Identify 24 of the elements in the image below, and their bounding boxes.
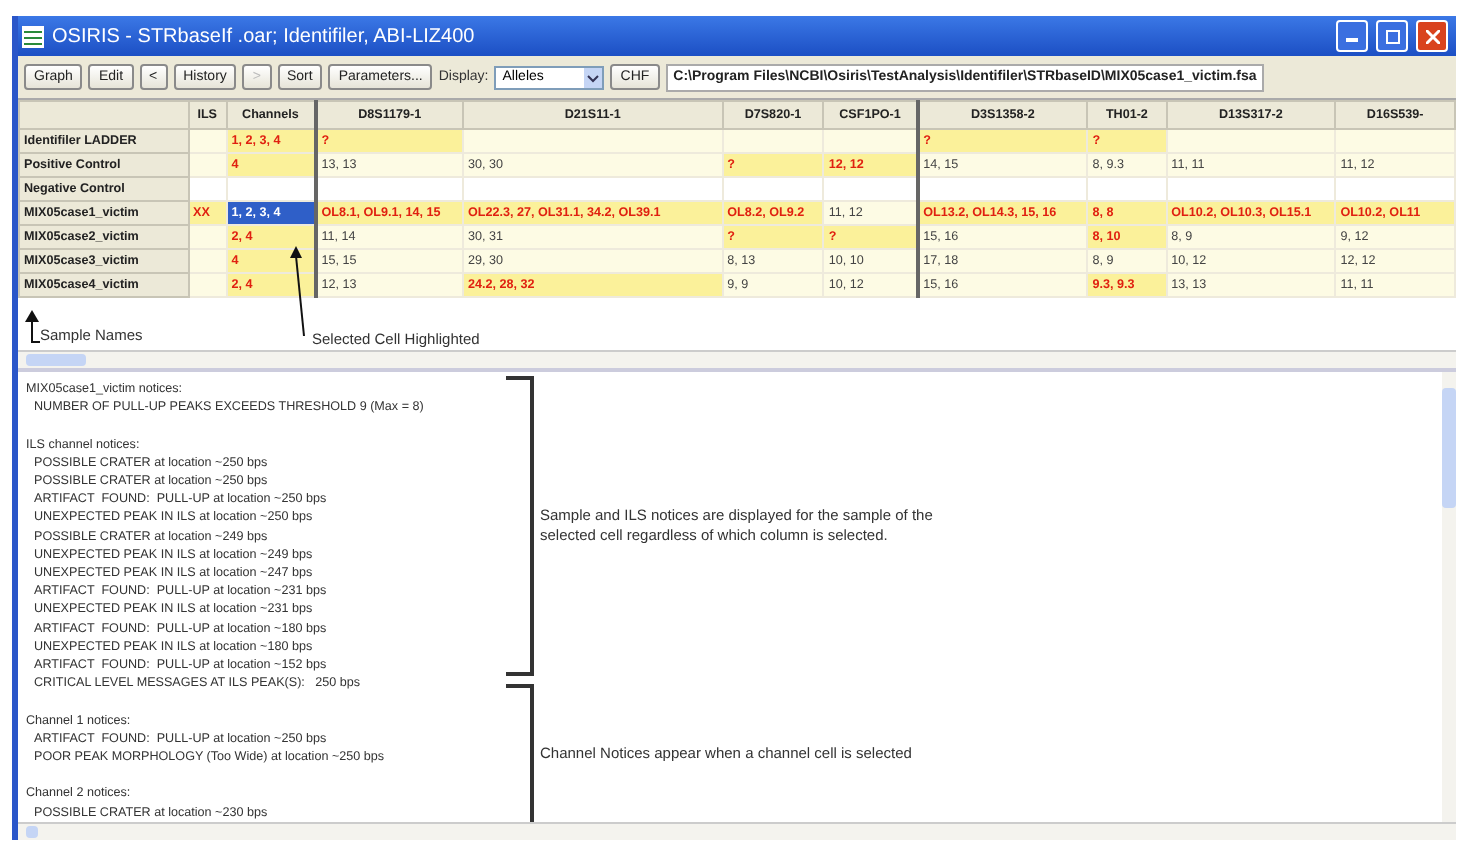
grid-cell[interactable] — [1166, 129, 1336, 153]
app-icon — [22, 25, 44, 47]
grid-cell[interactable] — [722, 129, 824, 153]
horizontal-scrollbar[interactable] — [18, 822, 1456, 840]
grid-cell[interactable] — [823, 177, 918, 201]
maximize-icon — [1385, 29, 1399, 43]
grid-cell[interactable] — [917, 177, 1088, 201]
grid-cell[interactable] — [823, 129, 918, 153]
grid-cell[interactable] — [1166, 177, 1336, 201]
vertical-scrollbar[interactable] — [1442, 372, 1456, 822]
horizontal-scrollbar[interactable] — [18, 350, 1456, 368]
arrow-icon — [24, 310, 40, 344]
leader-line — [286, 246, 310, 338]
maximize-button[interactable] — [1376, 20, 1408, 52]
grid-cell[interactable] — [722, 177, 824, 201]
window-title: OSIRIS - STRbaseIf .oar; Identifiler, ABI-LIZ400 — [52, 25, 477, 47]
minimize-button[interactable] — [1336, 20, 1368, 52]
grid-cell[interactable] — [1335, 177, 1455, 201]
grid-cell[interactable] — [226, 177, 316, 201]
close-icon — [1425, 29, 1439, 43]
grid-cell[interactable] — [463, 177, 723, 201]
grid-cell[interactable] — [1335, 129, 1455, 153]
grid-cell[interactable] — [463, 129, 723, 153]
close-button[interactable] — [1416, 20, 1448, 52]
